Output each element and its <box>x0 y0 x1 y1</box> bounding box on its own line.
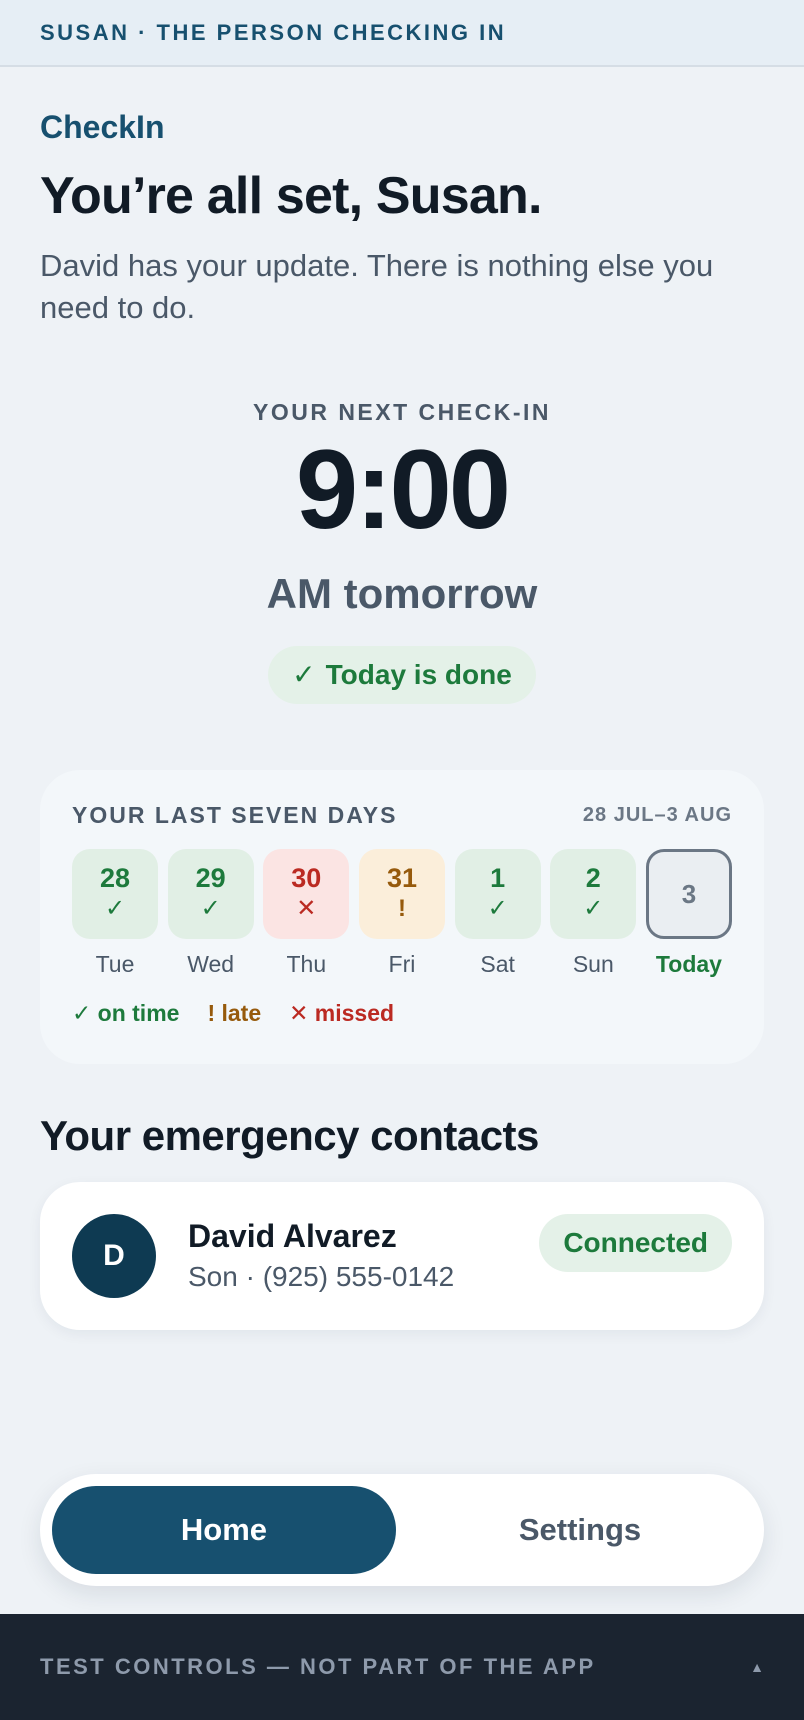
day-tile: 1 ✓ <box>454 848 541 939</box>
day-number: 2 <box>585 862 601 893</box>
day-label: Wed <box>187 950 235 977</box>
day-tue: 28 ✓ Tue <box>72 848 158 978</box>
page-title: You’re all set, Susan. <box>40 167 542 225</box>
day-number: 3 <box>681 878 697 909</box>
day-tile: 28 ✓ <box>72 848 158 939</box>
today-done-text: Today is done <box>325 658 512 690</box>
contact-info: David Alvarez Son · (925) 555-0142 <box>188 1218 454 1293</box>
day-label: Tue <box>95 950 135 977</box>
contact-name: David Alvarez <box>188 1218 397 1255</box>
chevron-up-icon[interactable]: ▲ <box>750 1659 764 1675</box>
day-tile: 2 ✓ <box>550 848 637 939</box>
bottom-tab-bar: Home Settings <box>40 1474 764 1586</box>
check-icon: ✓ <box>104 895 126 923</box>
day-tile: 29 ✓ <box>167 848 254 939</box>
test-controls-label: TEST CONTROLS — NOT PART OF THE APP <box>40 1654 596 1679</box>
seven-day-history-card: YOUR LAST SEVEN DAYS 28 JUL–3 AUG 28 ✓ T… <box>40 769 764 1064</box>
contact-detail: Son · (925) 555-0142 <box>188 1261 455 1293</box>
role-banner: SUSAN · THE PERSON CHECKING IN <box>0 0 804 67</box>
day-thu: 30 ✕ Thu <box>263 848 350 978</box>
day-tile: 30 ✕ <box>263 848 350 939</box>
next-checkin-label: YOUR NEXT CHECK-IN <box>252 398 551 425</box>
day-number: 29 <box>195 862 226 893</box>
day-sun: 2 ✓ Sun <box>550 848 637 978</box>
day-tile-today: 3 <box>645 848 732 939</box>
day-number: 28 <box>99 862 131 893</box>
day-label: Thu <box>286 950 327 977</box>
main-content: CheckIn You’re all set, Susan. David has… <box>40 67 764 1330</box>
history-title: YOUR LAST SEVEN DAYS <box>72 801 398 828</box>
exclamation-icon: ! <box>397 895 406 923</box>
tab-settings[interactable]: Settings <box>408 1486 752 1574</box>
cross-icon: ✕ <box>296 895 317 923</box>
day-label-today: Today <box>655 950 722 977</box>
history-legend: ✓ on time ! late ✕ missed <box>72 1000 732 1027</box>
legend-missed: ✕ missed <box>289 999 395 1026</box>
day-number: 30 <box>291 862 322 893</box>
app-brand: CheckIn <box>40 109 165 145</box>
day-today: 3 Today <box>645 848 732 978</box>
next-checkin-time: 9:00 <box>295 426 511 552</box>
day-number: 1 <box>490 862 506 893</box>
legend-late: ! late <box>207 999 262 1026</box>
check-icon: ✓ <box>292 659 316 691</box>
day-label: Fri <box>388 950 416 977</box>
day-tile: 31 ! <box>358 848 445 939</box>
next-checkin-section: YOUR NEXT CHECK-IN 9:00 AM tomorrow ✓ To… <box>40 399 764 704</box>
legend-on-time: ✓ on time <box>72 999 180 1026</box>
status-badge: Connected <box>539 1213 732 1272</box>
tab-home[interactable]: Home <box>52 1486 396 1574</box>
test-controls-bar[interactable]: TEST CONTROLS — NOT PART OF THE APP ▲ <box>0 1614 804 1720</box>
contacts-title: Your emergency contacts <box>40 1111 539 1159</box>
next-checkin-day: AM tomorrow <box>266 569 538 617</box>
day-sat: 1 ✓ Sat <box>454 848 541 978</box>
check-icon: ✓ <box>583 895 604 923</box>
day-label: Sat <box>480 950 515 977</box>
history-date-range: 28 JUL–3 AUG <box>582 803 732 826</box>
today-done-badge: ✓ Today is done <box>268 645 536 704</box>
confirmation-message: David has your update. There is nothing … <box>40 248 714 326</box>
day-wed: 29 ✓ Wed <box>167 848 254 978</box>
day-fri: 31 ! Fri <box>358 848 445 978</box>
contact-card[interactable]: D David Alvarez Son · (925) 555-0142 Con… <box>40 1181 764 1330</box>
check-icon: ✓ <box>487 895 508 923</box>
day-number: 31 <box>386 862 417 893</box>
day-tiles: 28 ✓ Tue 29 ✓ Wed 30 ✕ Thu 31 ! Fri 1 ✓ … <box>72 848 732 978</box>
avatar: D <box>72 1213 156 1298</box>
check-icon: ✓ <box>200 895 221 923</box>
day-label: Sun <box>572 950 614 977</box>
